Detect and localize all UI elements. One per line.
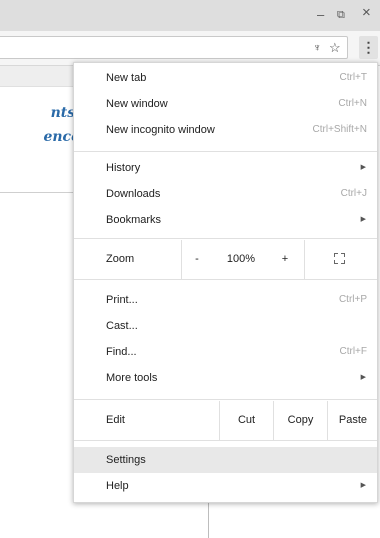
zoom-out-button[interactable]: -: [186, 240, 208, 279]
bookmark-star-icon[interactable]: ☆: [329, 40, 341, 56]
copy-button[interactable]: Copy: [274, 401, 327, 440]
zoom-row: Zoom - 100% +: [74, 240, 377, 279]
menu-item-downloads[interactable]: Downloads Ctrl+J: [74, 181, 377, 207]
menu-item-more-tools[interactable]: More tools ▶: [74, 365, 377, 391]
submenu-arrow-icon: ▶: [360, 216, 366, 223]
menu-item-print[interactable]: Print... Ctrl+P: [74, 287, 377, 313]
menu-separator: [74, 151, 377, 152]
submenu-arrow-icon: ▶: [360, 482, 366, 489]
menu-item-label: New incognito window: [106, 124, 215, 136]
browser-toolbar: ♆ ☆ ⋮: [0, 31, 380, 66]
menu-separator: [74, 399, 377, 400]
zoom-in-button[interactable]: +: [274, 240, 296, 279]
menu-item-label: Find...: [106, 346, 137, 358]
page-header-strip: [0, 66, 80, 87]
menu-item-help[interactable]: Help ▶: [74, 473, 377, 499]
menu-separator: [74, 279, 377, 280]
menu-separator: [74, 238, 377, 239]
page-vertical-rule: [208, 502, 209, 538]
address-bar[interactable]: ♆ ☆: [0, 36, 348, 59]
menu-item-shortcut: Ctrl+Shift+N: [312, 124, 367, 135]
menu-item-shortcut: Ctrl+T: [339, 72, 368, 83]
menu-item-label: Bookmarks: [106, 214, 162, 226]
window-titlebar: – ⧉ ×: [0, 0, 380, 31]
zoom-level: 100%: [226, 253, 256, 265]
menu-item-shortcut: Ctrl+P: [338, 294, 367, 305]
menu-item-new-window[interactable]: New window Ctrl+N: [74, 91, 377, 117]
menu-item-label: Downloads: [106, 188, 161, 200]
menu-item-history[interactable]: History ▶: [74, 155, 377, 181]
minimize-icon[interactable]: –: [317, 8, 324, 22]
paste-button[interactable]: Paste: [328, 401, 378, 440]
chrome-menu-button[interactable]: ⋮: [359, 36, 378, 59]
menu-item-label: Help: [106, 480, 129, 492]
menu-item-bookmarks[interactable]: Bookmarks ▶: [74, 207, 377, 233]
menu-item-shortcut: Ctrl+F: [339, 346, 368, 357]
menu-item-shortcut: Ctrl+N: [338, 98, 367, 109]
zoom-divider: [181, 240, 182, 279]
close-icon[interactable]: ×: [362, 5, 371, 20]
edit-label: Edit: [106, 414, 125, 426]
menu-item-label: Cast...: [106, 320, 138, 332]
menu-item-label: More tools: [106, 372, 158, 384]
edit-row: Edit Cut Copy Paste: [74, 401, 377, 440]
menu-item-settings[interactable]: Settings: [74, 447, 377, 473]
page-text-line: nts,: [50, 105, 80, 121]
submenu-arrow-icon: ▶: [360, 374, 366, 381]
submenu-arrow-icon: ▶: [360, 164, 366, 171]
zoom-divider: [304, 240, 305, 279]
menu-item-label: New window: [106, 98, 168, 110]
page-divider: [0, 192, 80, 193]
chrome-main-menu: New tab Ctrl+T New window Ctrl+N New inc…: [73, 62, 378, 503]
cut-button[interactable]: Cut: [220, 401, 273, 440]
menu-item-new-tab[interactable]: New tab Ctrl+T: [74, 65, 377, 91]
menu-item-label: Print...: [106, 294, 138, 306]
fullscreen-icon[interactable]: [334, 253, 345, 264]
menu-item-label: Settings: [106, 454, 146, 466]
page-text-line: ence: [43, 129, 80, 145]
menu-separator: [74, 440, 377, 441]
zoom-label: Zoom: [106, 253, 135, 265]
menu-item-new-incognito-window[interactable]: New incognito window Ctrl+Shift+N: [74, 117, 377, 143]
menu-item-find[interactable]: Find... Ctrl+F: [74, 339, 377, 365]
google-lens-icon[interactable]: ♆: [313, 40, 321, 56]
restore-icon[interactable]: ⧉: [337, 8, 345, 22]
menu-item-cast[interactable]: Cast...: [74, 313, 377, 339]
menu-item-label: History: [106, 162, 141, 174]
menu-item-shortcut: Ctrl+J: [340, 188, 367, 199]
menu-item-label: New tab: [106, 72, 147, 84]
